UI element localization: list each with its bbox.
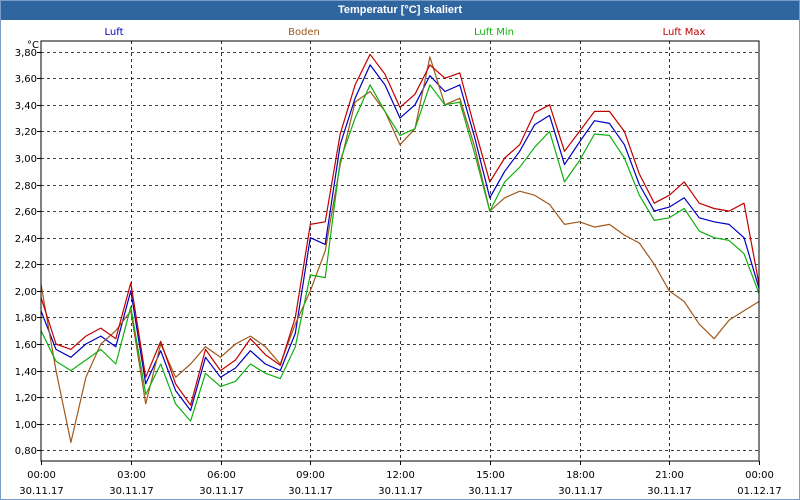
legend-entry-luft: Luft: [105, 27, 124, 38]
plot-frame: [40, 40, 760, 462]
x-tick-time-label: 12:00: [386, 470, 415, 481]
y-tick-label: 1,80: [15, 313, 37, 324]
x-tick-date-label: 30.11.17: [199, 486, 244, 497]
legend-entry-luft-max: Luft Max: [663, 27, 706, 38]
x-tick-date-label: 01.12.17: [737, 486, 782, 497]
y-tick-label: 0,80: [15, 446, 37, 457]
legend: Luft Boden Luft Min Luft Max: [105, 27, 706, 38]
axes: 0,80 1,00 1,20 1,40 1,60 1,80 2,00 2,20 2,40 2,60…: [15, 40, 782, 497]
y-tick-label: 3,20: [15, 127, 37, 138]
y-tick-label: 2,40: [15, 234, 37, 245]
x-tick-date-label: 30.11.17: [468, 486, 513, 497]
x-tick-time-label: 00:00: [27, 470, 56, 481]
chart-window: Temperatur [°C] skaliert 0,80 1,00 1,20 1,4…: [0, 0, 800, 500]
x-tick-time-label: 15:00: [476, 470, 505, 481]
x-tick-date-label: 30.11.17: [378, 486, 423, 497]
y-tick-label: 1,60: [15, 340, 37, 351]
x-tick-time-label: 03:00: [117, 470, 146, 481]
legend-entry-luft-min: Luft Min: [474, 27, 514, 38]
y-tick-label: 1,00: [15, 420, 37, 431]
y-tick-label: 3,40: [15, 101, 37, 112]
x-tick-date-label: 30.11.17: [19, 486, 64, 497]
y-tick-label: 3,60: [15, 74, 37, 85]
x-tick-date-label: 30.11.17: [109, 486, 154, 497]
series-lines: [40, 53, 760, 443]
y-tick-label: 2,00: [15, 287, 37, 298]
x-tick-time-label: 06:00: [207, 470, 236, 481]
y-tick-label: 2,60: [15, 207, 37, 218]
series-line-luft-max: [40, 53, 760, 406]
x-tick-date-label: 30.11.17: [647, 486, 692, 497]
grid: [41, 41, 759, 461]
x-tick-date-label: 30.11.17: [288, 486, 333, 497]
temperature-chart: 0,80 1,00 1,20 1,40 1,60 1,80 2,00 2,20 2,40 2,60…: [15, 27, 782, 497]
y-tick-label: 3,00: [15, 154, 37, 165]
x-tick-date-label: 30.11.17: [558, 486, 603, 497]
y-tick-label: 1,40: [15, 367, 37, 378]
legend-entry-boden: Boden: [288, 27, 320, 38]
y-axis-label: °C: [27, 40, 39, 51]
series-line-luft: [40, 64, 760, 412]
x-tick-time-label: 00:00: [745, 470, 774, 481]
x-tick-time-label: 09:00: [296, 470, 325, 481]
y-tick-label: 1,20: [15, 393, 37, 404]
y-tick-label: 2,80: [15, 181, 37, 192]
series-line-boden: [40, 56, 760, 443]
x-tick-time-label: 21:00: [655, 470, 684, 481]
y-tick-label: 2,20: [15, 260, 37, 271]
x-tick-time-label: 18:00: [566, 470, 595, 481]
